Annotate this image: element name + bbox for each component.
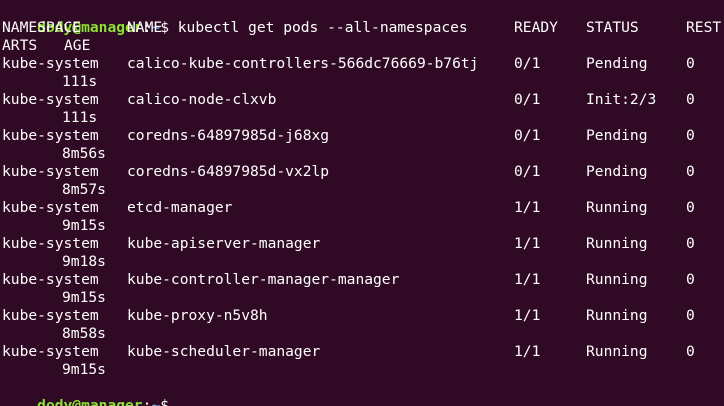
table-row: kube-system kube-proxy-n5v8h 1/1 Running 0 (2, 307, 724, 325)
pod-status: Running (586, 235, 648, 252)
header-name: NAME (127, 19, 163, 36)
table-row-wrap: 111s (2, 73, 724, 91)
terminal-window[interactable]: dody@manager:~$ kubectl get pods --all-n… (0, 0, 724, 406)
pod-restarts: 0 (686, 271, 695, 288)
command-line: dody@manager:~$ kubectl get pods --all-n… (2, 1, 468, 36)
table-row-wrap: 9m15s (2, 217, 724, 235)
pod-ready: 1/1 (514, 343, 541, 360)
pod-restarts: 0 (686, 55, 695, 72)
pod-status: Pending (586, 55, 648, 72)
pod-namespace: kube-system (2, 271, 99, 288)
table-row: kube-system calico-kube-controllers-566dc… (2, 55, 724, 73)
pod-status: Running (586, 343, 648, 360)
pod-namespace: kube-system (2, 343, 99, 360)
pod-name: coredns-64897985d-vx2lp (127, 163, 330, 180)
pod-namespace: kube-system (2, 91, 99, 108)
pod-name: kube-scheduler-manager (127, 343, 321, 360)
pod-age: 9m15s (62, 361, 106, 378)
pod-restarts: 0 (686, 163, 695, 180)
table-row-wrap: 9m15s (2, 289, 724, 307)
pod-status: Pending (586, 163, 648, 180)
pod-restarts: 0 (686, 127, 695, 144)
pod-name: kube-apiserver-manager (127, 235, 321, 252)
header-status: STATUS (586, 19, 639, 36)
table-row-wrap: 9m15s (2, 361, 724, 379)
header-restarts-partial: REST (686, 19, 722, 36)
pod-ready: 0/1 (514, 91, 541, 108)
prompt-path: ~ (151, 397, 161, 406)
pod-status: Init:2/3 (586, 91, 657, 108)
table-row: kube-system kube-controller-manager-manag… (2, 271, 724, 289)
pod-age: 111s (62, 109, 98, 126)
pod-ready: 1/1 (514, 307, 541, 324)
cursor: _ (177, 397, 187, 406)
pod-status: Running (586, 307, 648, 324)
pod-ready: 0/1 (514, 55, 541, 72)
pod-name: coredns-64897985d-j68xg (127, 127, 330, 144)
table-row: kube-system calico-node-clxvb 0/1 Init:2/3 0 (2, 91, 724, 109)
table-row-wrap: 8m56s (2, 145, 724, 163)
pod-name: kube-proxy-n5v8h (127, 307, 268, 324)
pod-status: Pending (586, 127, 648, 144)
pod-name: calico-node-clxvb (127, 91, 277, 108)
pod-age: 8m58s (62, 325, 106, 342)
pod-namespace: kube-system (2, 199, 99, 216)
table-row: kube-system kube-apiserver-manager 1/1 Runn… (2, 235, 724, 253)
pod-namespace: kube-system (2, 307, 99, 324)
table-row-wrap: 9m18s (2, 253, 724, 271)
header-namespace: NAMESPACE (2, 19, 82, 36)
pod-restarts: 0 (686, 307, 695, 324)
header-ready: READY (514, 19, 558, 36)
pod-age: 9m18s (62, 253, 106, 270)
table-row-wrap: 111s (2, 109, 724, 127)
pod-name: kube-controller-manager-manager (127, 271, 400, 288)
header-age: AGE (64, 37, 91, 54)
pod-ready: 1/1 (514, 235, 541, 252)
table-row: kube-system coredns-64897985d-j68xg 0/1 Pen… (2, 127, 724, 145)
pod-name: calico-kube-controllers-566dc76669-b76tj (127, 55, 479, 72)
pod-restarts: 0 (686, 343, 695, 360)
pod-restarts: 0 (686, 199, 695, 216)
table-header-wrap: ARTS AGE (2, 37, 724, 55)
pod-ready: 1/1 (514, 199, 541, 216)
table-row: kube-system kube-scheduler-manager 1/1 Runn… (2, 343, 724, 361)
pod-namespace: kube-system (2, 163, 99, 180)
pod-name: etcd-manager (127, 199, 233, 216)
pod-namespace: kube-system (2, 127, 99, 144)
pod-restarts: 0 (686, 91, 695, 108)
pod-restarts: 0 (686, 235, 695, 252)
table-row-wrap: 8m58s (2, 325, 724, 343)
pod-age: 9m15s (62, 217, 106, 234)
pod-status: Running (586, 199, 648, 216)
final-prompt-line[interactable]: dody@manager:~$ _ (2, 379, 186, 406)
prompt-user-host: dody@manager (37, 397, 143, 406)
pod-ready: 0/1 (514, 127, 541, 144)
table-row: kube-system etcd-manager 1/1 Running 0 (2, 199, 724, 217)
pod-ready: 1/1 (514, 271, 541, 288)
table-row: kube-system coredns-64897985d-vx2lp 0/1 Pen… (2, 163, 724, 181)
pod-namespace: kube-system (2, 55, 99, 72)
pod-age: 9m15s (62, 289, 106, 306)
pod-ready: 0/1 (514, 163, 541, 180)
pod-age: 8m57s (62, 181, 106, 198)
table-header: NAMESPACE NAME READY STATUS REST (2, 19, 724, 37)
header-restarts-wrap: ARTS (2, 37, 38, 54)
pod-status: Running (586, 271, 648, 288)
pod-age: 8m56s (62, 145, 106, 162)
table-row-wrap: 8m57s (2, 181, 724, 199)
pod-age: 111s (62, 73, 98, 90)
prompt-symbol: $ (160, 397, 178, 406)
pod-namespace: kube-system (2, 235, 99, 252)
